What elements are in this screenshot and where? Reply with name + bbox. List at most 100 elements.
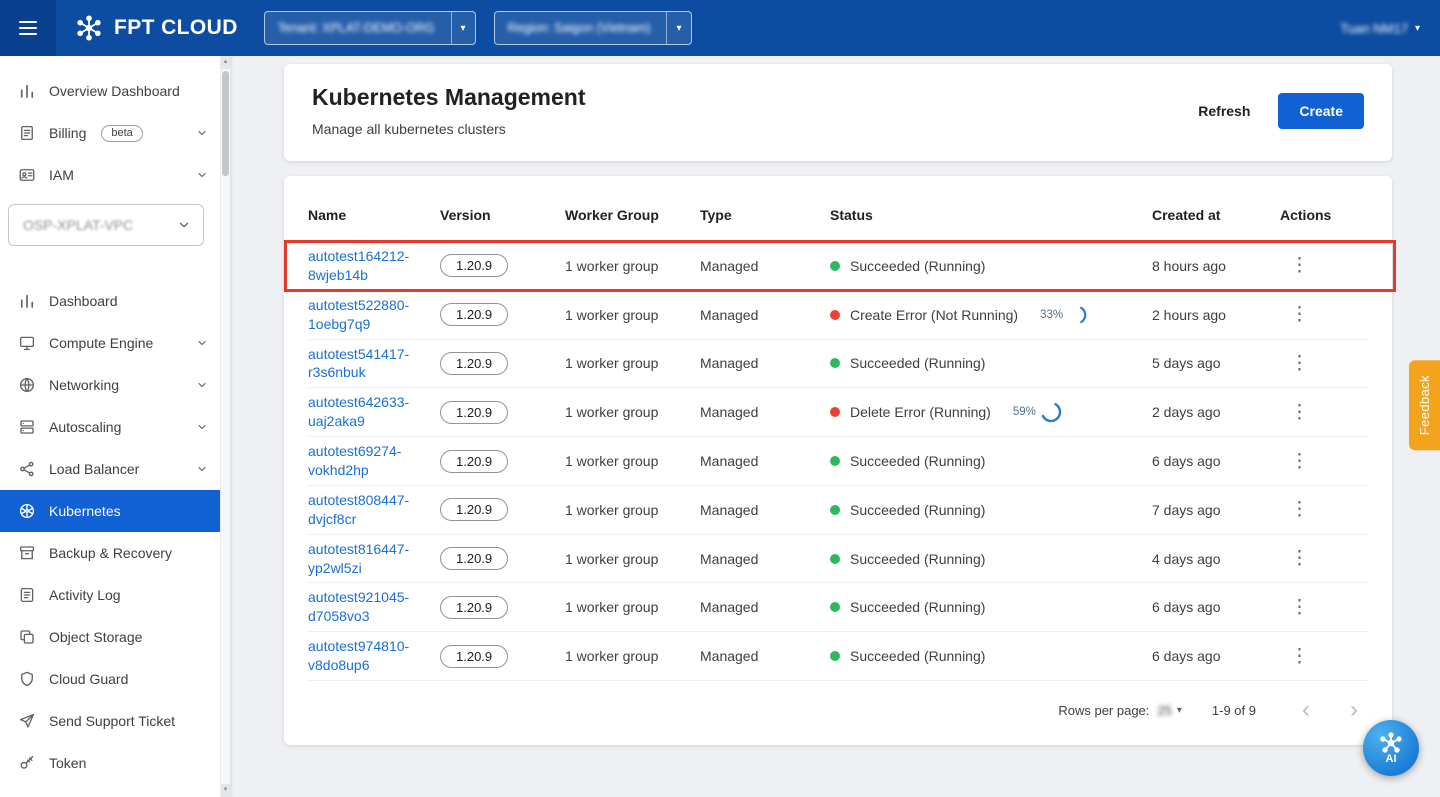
created-at-cell: 6 days ago [1152, 648, 1280, 664]
list-document-icon [18, 586, 36, 604]
row-actions-button[interactable]: ⋮ [1280, 352, 1319, 375]
row-actions-button[interactable]: ⋮ [1280, 450, 1319, 473]
type-cell: Managed [700, 551, 830, 567]
status-dot [830, 505, 840, 515]
tenant-select[interactable]: Tenant: XPLAT-DEMO-ORG ▾ [264, 11, 476, 45]
row-actions-button[interactable]: ⋮ [1280, 596, 1319, 619]
region-select[interactable]: Region: Saigon (Vietnam) ▾ [494, 11, 692, 45]
status-dot [830, 456, 840, 466]
type-cell: Managed [700, 404, 830, 420]
sidebar-item-autoscaling[interactable]: Autoscaling [0, 406, 220, 448]
column-header-status: Status [830, 207, 1152, 223]
cluster-name-line1: autotest642633- [308, 394, 409, 410]
key-icon [18, 754, 36, 772]
status-dot [830, 261, 840, 271]
cluster-name-link[interactable]: autotest541417-r3s6nbuk [308, 345, 409, 383]
sidebar-scrollbar[interactable]: ▲ ▼ [220, 56, 230, 797]
cluster-name-line2: v8do8up6 [308, 657, 370, 673]
progress-arc-icon [1039, 400, 1063, 424]
sidebar-item-object-storage[interactable]: Object Storage [0, 616, 220, 658]
sidebar-item-billing[interactable]: Billing beta [0, 112, 220, 154]
monitor-icon [18, 334, 36, 352]
chevron-down-icon [196, 127, 208, 139]
next-page-button[interactable]: › [1346, 698, 1362, 722]
sidebar-item-token[interactable]: Token [0, 742, 220, 784]
sidebar-item-label: IAM [49, 167, 74, 183]
hamburger-menu-button[interactable] [0, 0, 56, 56]
row-actions-button[interactable]: ⋮ [1280, 303, 1319, 326]
sidebar-item-dashboard[interactable]: Dashboard [0, 280, 220, 322]
table-row[interactable]: autotest69274-vokhd2hp 1.20.9 1 worker g… [308, 437, 1368, 486]
type-cell: Managed [700, 453, 830, 469]
sidebar-item-send-support-ticket[interactable]: Send Support Ticket [0, 700, 220, 742]
sidebar-item-label: Compute Engine [49, 335, 153, 351]
cluster-name-link[interactable]: autotest808447-dvjcf8cr [308, 491, 409, 529]
vpc-selector[interactable]: OSP-XPLAT-VPC [8, 204, 204, 246]
progress-indicator: 33% [1040, 304, 1088, 326]
table-row[interactable]: autotest541417-r3s6nbuk 1.20.9 1 worker … [308, 340, 1368, 389]
cluster-name-link[interactable]: autotest522880-1oebg7q9 [308, 296, 409, 334]
rows-per-page-value: 25 [1157, 703, 1171, 718]
row-actions-button[interactable]: ⋮ [1280, 401, 1319, 424]
chevron-down-icon: ▾ [451, 12, 475, 44]
created-at-cell: 2 days ago [1152, 404, 1280, 420]
version-badge: 1.20.9 [440, 547, 508, 570]
user-menu[interactable]: Tuan NM17 ▾ [1341, 21, 1420, 36]
worker-group-cell: 1 worker group [565, 307, 700, 323]
refresh-button[interactable]: Refresh [1192, 102, 1256, 120]
table-row[interactable]: autotest164212-8wjeb14b 1.20.9 1 worker … [308, 242, 1368, 291]
create-button[interactable]: Create [1278, 93, 1364, 129]
sidebar-item-backup-recovery[interactable]: Backup & Recovery [0, 532, 220, 574]
globe-icon [18, 376, 36, 394]
ai-assistant-button[interactable]: AI [1363, 720, 1419, 776]
cluster-name-link[interactable]: autotest921045-d7058vo3 [308, 588, 409, 626]
chevron-down-icon [196, 337, 208, 349]
sidebar-item-networking[interactable]: Networking [0, 364, 220, 406]
table-row[interactable]: autotest921045-d7058vo3 1.20.9 1 worker … [308, 583, 1368, 632]
id-card-icon [18, 166, 36, 184]
sidebar-item-load-balancer[interactable]: Load Balancer [0, 448, 220, 490]
table-row[interactable]: autotest974810-v8do8up6 1.20.9 1 worker … [308, 632, 1368, 681]
cluster-name-link[interactable]: autotest164212-8wjeb14b [308, 247, 409, 285]
kubernetes-icon [18, 502, 36, 520]
region-select-value: Region: Saigon (Vietnam) [495, 12, 667, 44]
status-text: Succeeded (Running) [850, 502, 985, 518]
sidebar-item-cloud-guard[interactable]: Cloud Guard [0, 658, 220, 700]
row-actions-button[interactable]: ⋮ [1280, 645, 1319, 668]
scroll-down-arrow[interactable]: ▼ [221, 784, 230, 797]
table-row[interactable]: autotest816447-yp2wl5zi 1.20.9 1 worker … [308, 535, 1368, 584]
worker-group-cell: 1 worker group [565, 551, 700, 567]
pagination: Rows per page: 25 ▾ 1-9 of 9 ‹ › [308, 681, 1368, 739]
previous-page-button[interactable]: ‹ [1298, 698, 1314, 722]
scrollbar-thumb[interactable] [222, 71, 229, 176]
table-row[interactable]: autotest808447-dvjcf8cr 1.20.9 1 worker … [308, 486, 1368, 535]
row-actions-button[interactable]: ⋮ [1280, 498, 1319, 521]
sidebar-item-label: Overview Dashboard [49, 83, 180, 99]
sidebar-item-activity-log[interactable]: Activity Log [0, 574, 220, 616]
feedback-tab[interactable]: Feedback [1409, 360, 1440, 450]
table-row[interactable]: autotest522880-1oebg7q9 1.20.9 1 worker … [308, 291, 1368, 340]
status-text: Succeeded (Running) [850, 648, 985, 664]
cluster-name-link[interactable]: autotest816447-yp2wl5zi [308, 540, 409, 578]
topbar: FPT CLOUD Tenant: XPLAT-DEMO-ORG ▾ Regio… [0, 0, 1440, 56]
chevron-down-icon: ▾ [1415, 23, 1420, 34]
sidebar-item-compute-engine[interactable]: Compute Engine [0, 322, 220, 364]
worker-group-cell: 1 worker group [565, 258, 700, 274]
worker-group-cell: 1 worker group [565, 648, 700, 664]
cluster-name-link[interactable]: autotest642633-uaj2aka9 [308, 393, 409, 431]
cluster-name-link[interactable]: autotest974810-v8do8up6 [308, 637, 409, 675]
cluster-name-link[interactable]: autotest69274-vokhd2hp [308, 442, 401, 480]
version-badge: 1.20.9 [440, 450, 508, 473]
row-actions-button[interactable]: ⋮ [1280, 254, 1319, 277]
sidebar-item-overview-dashboard[interactable]: Overview Dashboard [0, 70, 220, 112]
worker-group-cell: 1 worker group [565, 599, 700, 615]
chevron-down-icon: ▾ [666, 12, 690, 44]
table-row[interactable]: autotest642633-uaj2aka9 1.20.9 1 worker … [308, 388, 1368, 437]
sidebar-item-iam[interactable]: IAM [0, 154, 220, 196]
sidebar-item-kubernetes[interactable]: Kubernetes [0, 490, 220, 532]
version-badge: 1.20.9 [440, 596, 508, 619]
row-actions-button[interactable]: ⋮ [1280, 547, 1319, 570]
scroll-up-arrow[interactable]: ▲ [221, 56, 230, 69]
version-badge: 1.20.9 [440, 254, 508, 277]
rows-per-page-select[interactable]: 25 ▾ [1157, 703, 1182, 718]
